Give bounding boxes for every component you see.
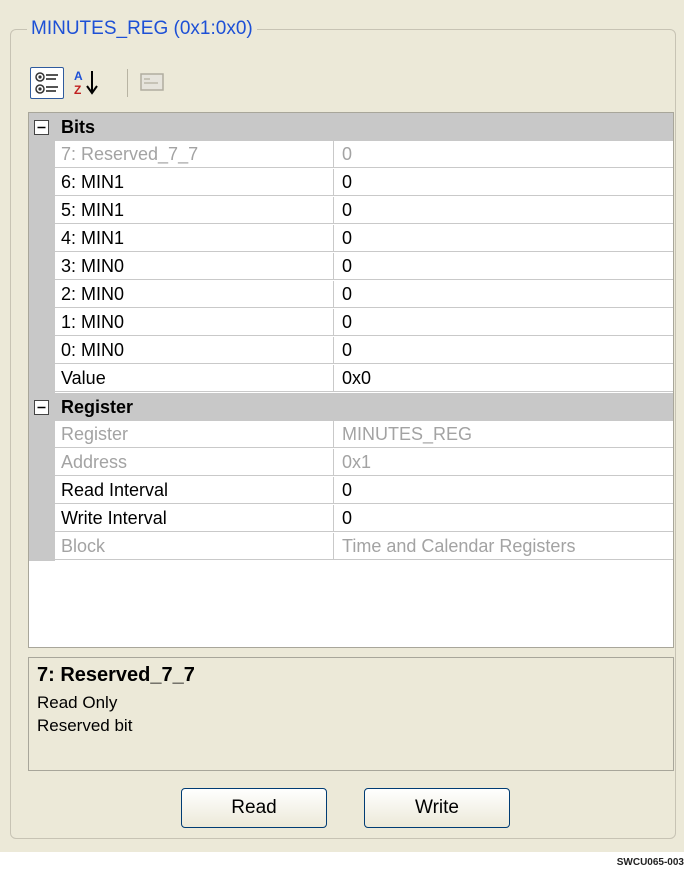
property-grid: Bits 7: Reserved_7_7 0 6: MIN1 0 5: MIN1… — [28, 112, 674, 648]
description-text: Reserved bit — [37, 716, 133, 735]
read-button[interactable]: Read — [181, 788, 327, 828]
property-row[interactable]: 6: MIN1 0 — [29, 169, 673, 197]
figure-code: SWCU065-003 — [616, 857, 684, 868]
description-access: Read Only — [37, 693, 118, 712]
collapse-icon[interactable] — [34, 120, 49, 135]
property-value: Time and Calendar Registers — [334, 533, 673, 560]
property-row[interactable]: Write Interval 0 — [29, 505, 673, 533]
property-value[interactable]: 0 — [334, 505, 673, 532]
toolbar-separator — [127, 69, 128, 97]
property-value[interactable]: 0 — [334, 253, 673, 280]
property-row[interactable]: Value 0x0 — [29, 365, 673, 393]
property-row[interactable]: 7: Reserved_7_7 0 — [29, 141, 673, 169]
property-value[interactable]: 0x0 — [334, 365, 673, 392]
property-value[interactable]: 0 — [334, 197, 673, 224]
property-name: Value — [55, 365, 334, 392]
property-row[interactable]: Block Time and Calendar Registers — [29, 533, 673, 561]
property-value[interactable]: 0 — [334, 169, 673, 196]
category-label: Register — [61, 397, 134, 417]
property-name: Block — [55, 533, 334, 560]
property-row[interactable]: 0: MIN0 0 — [29, 337, 673, 365]
property-name: 3: MIN0 — [55, 253, 334, 280]
write-button[interactable]: Write — [364, 788, 510, 828]
property-name: Read Interval — [55, 477, 334, 504]
property-name: 7: Reserved_7_7 — [55, 141, 334, 168]
property-name: Write Interval — [55, 505, 334, 532]
property-row[interactable]: Register MINUTES_REG — [29, 421, 673, 449]
property-value[interactable]: 0 — [334, 337, 673, 364]
property-value: MINUTES_REG — [334, 421, 673, 448]
property-value[interactable]: 0 — [334, 477, 673, 504]
category-bits[interactable]: Bits — [29, 113, 673, 141]
property-name: 4: MIN1 — [55, 225, 334, 252]
svg-text:A: A — [74, 69, 83, 83]
collapse-icon[interactable] — [34, 400, 49, 415]
category-register[interactable]: Register — [29, 393, 673, 421]
property-value[interactable]: 0 — [334, 309, 673, 336]
property-name: Register — [55, 421, 334, 448]
property-name: 0: MIN0 — [55, 337, 334, 364]
property-name: 2: MIN0 — [55, 281, 334, 308]
svg-text:Z: Z — [74, 83, 81, 97]
alphabetical-sort-icon: A Z — [74, 69, 98, 97]
property-row[interactable]: 4: MIN1 0 — [29, 225, 673, 253]
property-row[interactable]: Read Interval 0 — [29, 477, 673, 505]
property-row[interactable]: 1: MIN0 0 — [29, 309, 673, 337]
description-title: 7: Reserved_7_7 — [37, 664, 195, 686]
property-value[interactable]: 0 — [334, 225, 673, 252]
property-name: 1: MIN0 — [55, 309, 334, 336]
property-pages-icon — [140, 73, 164, 91]
alphabetical-sort-button[interactable]: A Z — [70, 67, 104, 99]
property-toolbar: A Z — [30, 63, 230, 103]
property-value: 0 — [334, 141, 673, 168]
property-name: 5: MIN1 — [55, 197, 334, 224]
group-title: MINUTES_REG (0x1:0x0) — [27, 17, 257, 41]
property-row[interactable]: Address 0x1 — [29, 449, 673, 477]
property-row[interactable]: 2: MIN0 0 — [29, 281, 673, 309]
property-value: 0x1 — [334, 449, 673, 476]
property-row[interactable]: 3: MIN0 0 — [29, 253, 673, 281]
category-label: Bits — [61, 117, 96, 137]
property-value[interactable]: 0 — [334, 281, 673, 308]
categorized-view-button[interactable] — [30, 67, 64, 99]
property-name: 6: MIN1 — [55, 169, 334, 196]
property-name: Address — [55, 449, 334, 476]
description-panel: 7: Reserved_7_7 Read Only Reserved bit — [28, 657, 674, 771]
property-pages-button[interactable] — [136, 67, 170, 99]
property-row[interactable]: 5: MIN1 0 — [29, 197, 673, 225]
categorized-view-icon — [35, 72, 58, 94]
